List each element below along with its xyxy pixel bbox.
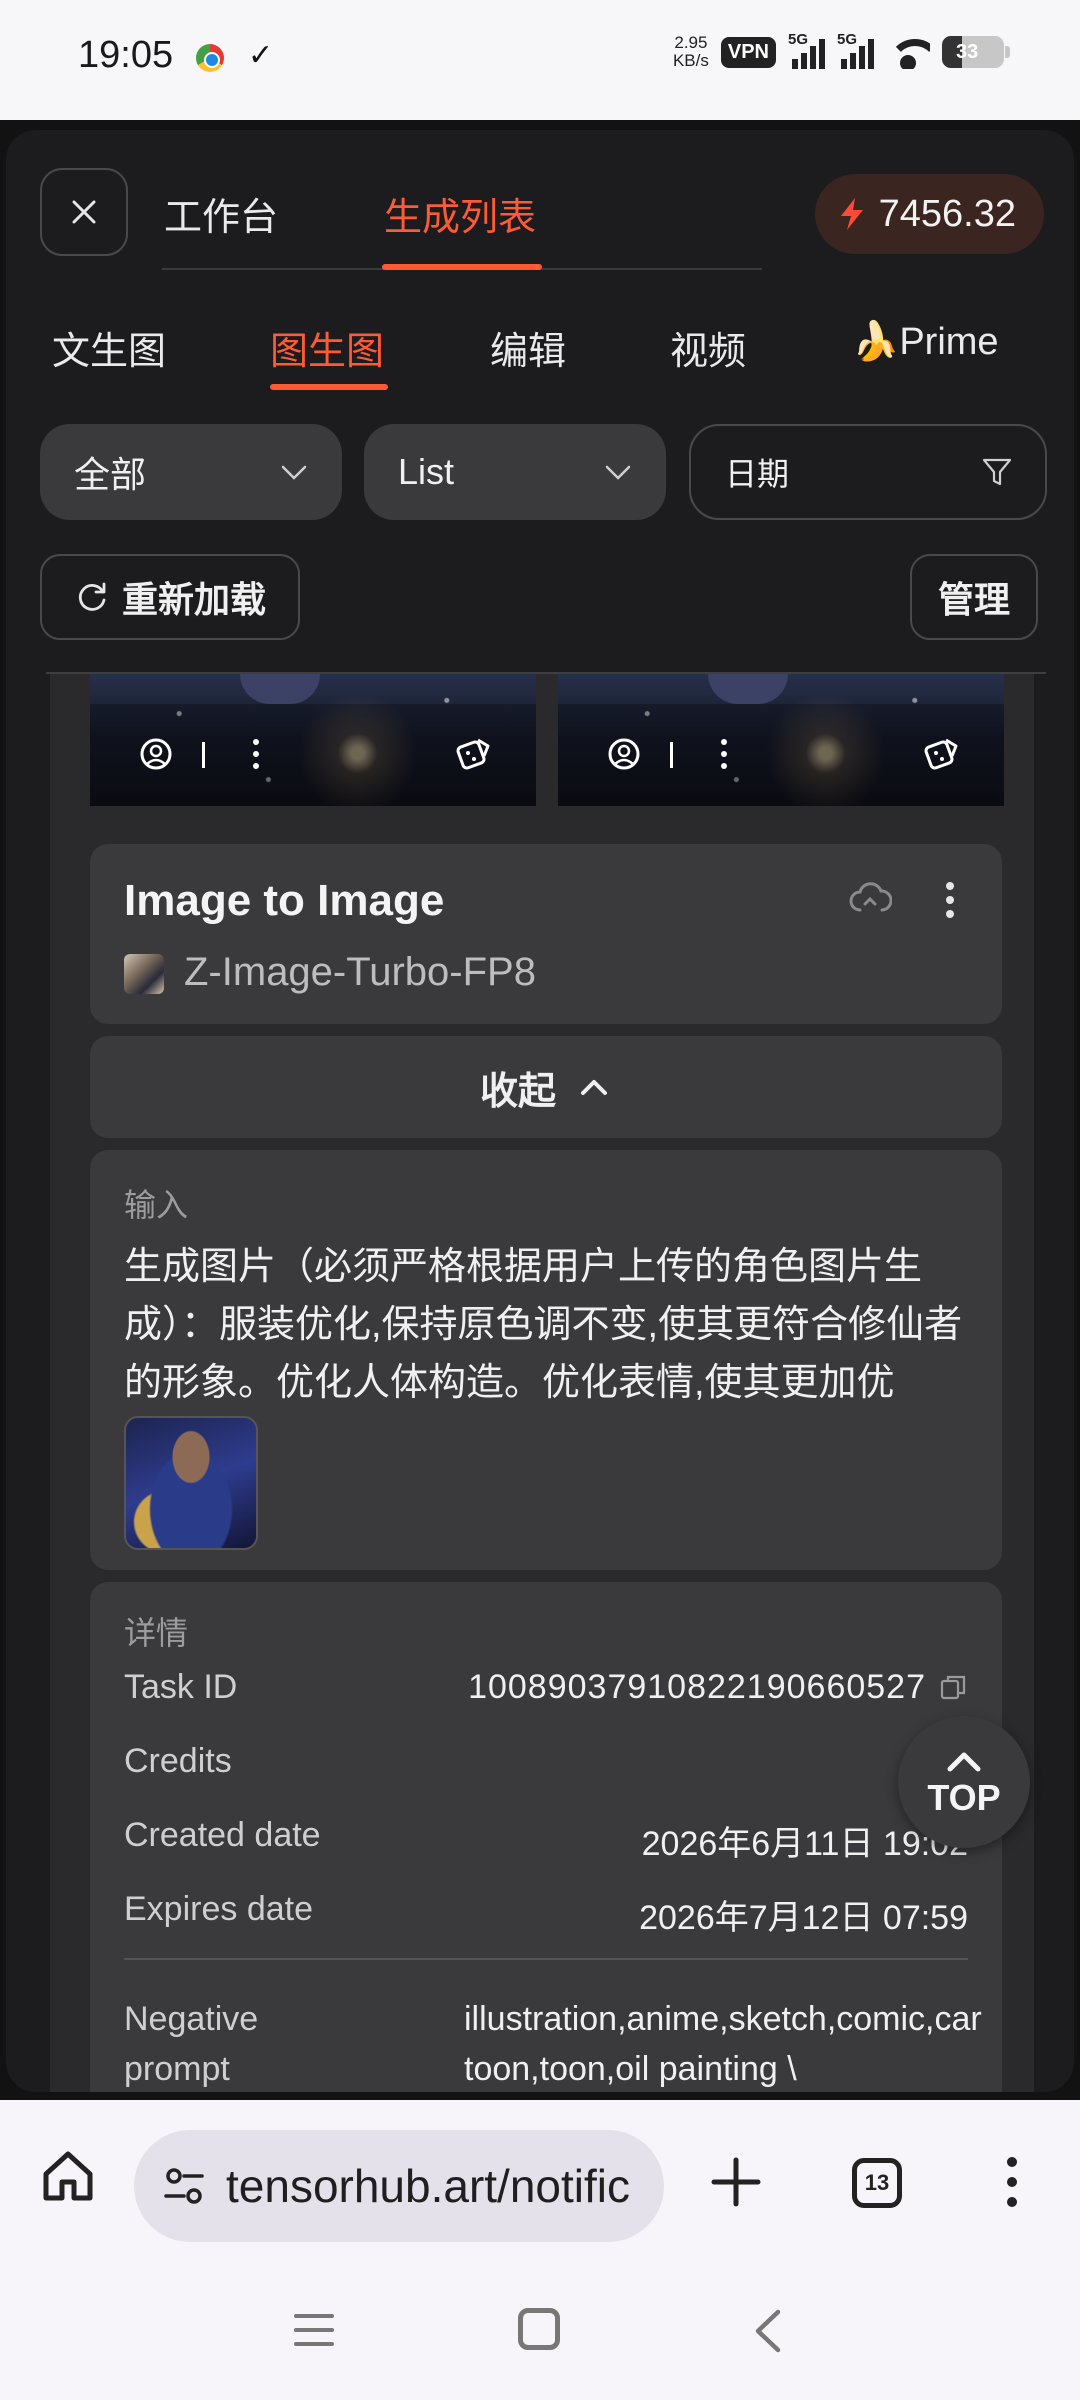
back-icon[interactable] (750, 2308, 784, 2354)
active-subtab-indicator (270, 384, 388, 390)
more-vertical-icon[interactable] (236, 734, 276, 774)
new-tab-icon[interactable] (710, 2156, 762, 2208)
input-label: 输入 (124, 1187, 189, 1223)
negative-prompt-label: Negative prompt (124, 2000, 259, 2088)
result-image-thumbnail[interactable] (90, 674, 536, 806)
view-dropdown[interactable]: List (364, 424, 666, 520)
prompt-text: 生成图片（必须严格根据用户上传的角色图片生成）：服装优化,保持原色调不变,使其更… (124, 1246, 963, 1404)
date-filter[interactable]: 日期 (689, 424, 1047, 520)
network-speed: 2.95 KB/s (672, 33, 709, 70)
view-value: List (398, 451, 455, 492)
refresh-icon (78, 582, 106, 611)
negative-prompt-value: illustration,anime,sketch,comic,cartoon,… (464, 2000, 982, 2088)
scroll-to-top-button[interactable]: TOP (898, 1716, 1030, 1848)
clock: 19:05 (78, 34, 174, 76)
generation-panel: 工作台 生成列表 7456.32 文生图 图生图 编辑 视频 🍌Prime 全部… (6, 130, 1074, 2092)
reuse-icon[interactable] (604, 734, 644, 774)
model-name[interactable]: Z-Image-Turbo-FP8 (184, 950, 536, 995)
details-section: 详情 Task ID 1008903791082219066052​7 Cred… (90, 1582, 1002, 2092)
system-navigation-bar (0, 2260, 1080, 2400)
chevron-up-icon (947, 1752, 981, 1772)
lightning-icon (840, 198, 863, 230)
chevron-up-icon (581, 1080, 607, 1095)
close-icon (72, 200, 96, 224)
tab-generation-list[interactable]: 生成列表 (384, 186, 536, 241)
subtab-prime[interactable]: 🍌Prime (852, 320, 999, 364)
subtab-text-to-image[interactable]: 文生图 (52, 320, 166, 375)
more-vertical-icon[interactable] (704, 734, 744, 774)
chevron-down-icon (605, 465, 631, 480)
chrome-notification-icon (196, 44, 224, 72)
reuse-icon[interactable] (136, 734, 176, 774)
task-card: Image to Image Z-Image-Turbo-FP8 (90, 844, 1002, 1024)
task-title: Image to Image (124, 876, 445, 925)
browser-toolbar: tensorhub.art/notific 13 (0, 2100, 1080, 2260)
status-bar: 19:05 ✓ 2.95 KB/s VPN 5G 5G 33 (0, 0, 1080, 120)
tab-switcher-button[interactable]: 13 (852, 2158, 902, 2208)
collapse-button[interactable]: 收起 (90, 1036, 1002, 1138)
model-thumbnail (124, 954, 164, 994)
reload-button[interactable]: 重新加载 (40, 554, 300, 640)
active-tab-indicator (382, 264, 542, 270)
details-divider (124, 1958, 968, 1960)
copy-icon[interactable] (938, 1672, 968, 1702)
task-id-value: 1008903791082219066052​7 (468, 1668, 926, 1706)
subtab-video[interactable]: 视频 (670, 320, 746, 375)
credits-value: 7456.32 (878, 192, 1016, 235)
app-notification-icon: ✓ (248, 39, 274, 72)
cloud-sync-icon[interactable] (848, 880, 892, 918)
date-placeholder: 日期 (725, 456, 790, 492)
result-image-thumbnail[interactable] (558, 674, 1004, 806)
address-bar[interactable]: tensorhub.art/notific (134, 2130, 664, 2242)
signal-icon-sim1: 5G (788, 31, 825, 69)
dice-icon[interactable] (922, 734, 962, 774)
subtab-image-to-image[interactable]: 图生图 (270, 320, 384, 375)
dice-icon[interactable] (454, 734, 494, 774)
battery-icon: 33 (942, 36, 1010, 68)
wifi-icon (886, 35, 930, 69)
more-vertical-icon[interactable] (944, 880, 956, 920)
site-settings-icon[interactable] (162, 2164, 206, 2208)
credits-badge[interactable]: 7456.32 (814, 174, 1044, 254)
manage-button[interactable]: 管理 (910, 554, 1038, 640)
tab-workbench[interactable]: 工作台 (164, 186, 278, 241)
url-text: tensorhub.art/notific (226, 2160, 631, 2212)
results-list[interactable]: Image to Image Z-Image-Turbo-FP8 收起 输入 生… (50, 674, 1034, 2092)
browser-menu-icon[interactable] (1004, 2154, 1020, 2210)
home-icon[interactable] (40, 2148, 96, 2204)
home-nav-button[interactable] (518, 2308, 560, 2350)
subtab-edit[interactable]: 编辑 (490, 320, 566, 375)
signal-icon-sim2: 5G (837, 31, 874, 69)
category-dropdown[interactable]: 全部 (40, 424, 342, 520)
close-button[interactable] (40, 168, 128, 256)
input-image-thumbnail[interactable] (124, 1416, 258, 1550)
category-value: 全部 (74, 454, 147, 495)
input-section: 输入 生成图片（必须严格根据用户上传的角色图片生成）：服装优化,保持原色调不变,… (90, 1150, 1002, 1570)
vpn-badge: VPN (720, 36, 776, 68)
filter-icon (982, 458, 1012, 486)
details-label: 详情 (124, 1615, 189, 1651)
recent-apps-icon[interactable] (292, 2310, 336, 2350)
chevron-down-icon (281, 465, 307, 480)
